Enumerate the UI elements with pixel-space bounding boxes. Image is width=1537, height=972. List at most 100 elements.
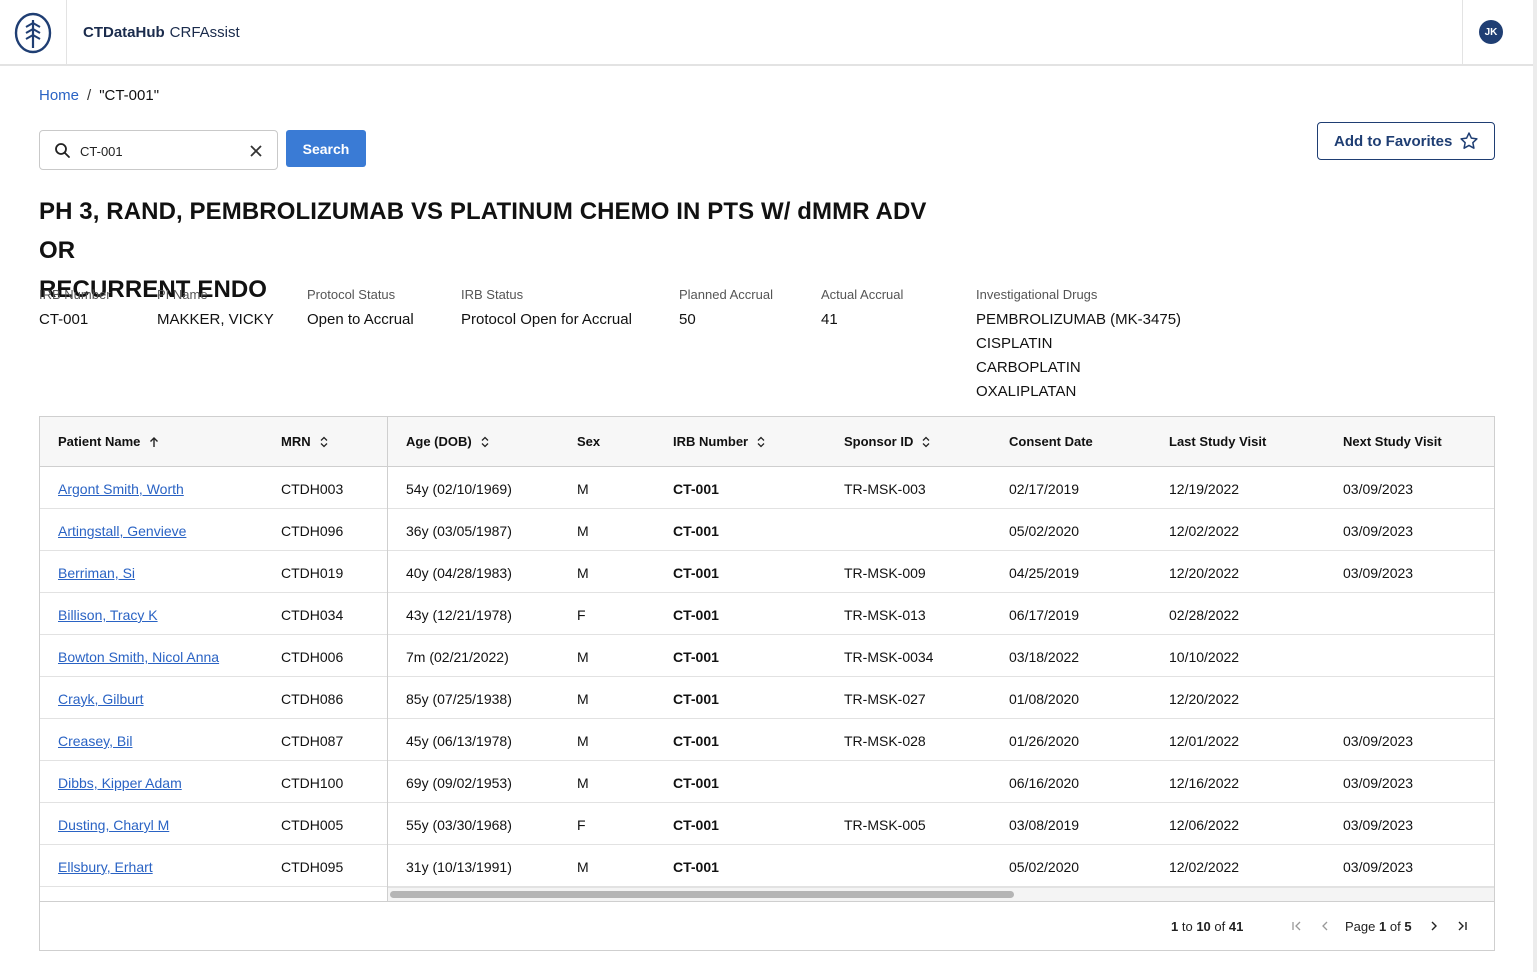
consent-date-cell: 03/18/2022 xyxy=(1009,649,1080,665)
col-header-consent-date[interactable]: Consent Date xyxy=(1009,434,1093,449)
tree-logo-icon[interactable] xyxy=(14,12,52,54)
close-icon[interactable] xyxy=(246,141,266,161)
top-bar: CTDataHub CRFAssist JK xyxy=(0,0,1537,66)
star-icon xyxy=(1460,132,1479,149)
table-row[interactable]: Crayk, Gilburt CTDH086 85y (07/25/1938) M CT… xyxy=(40,677,1494,719)
breadcrumb-home-link[interactable]: Home xyxy=(39,87,79,104)
next-study-visit-cell: 03/09/2023 xyxy=(1343,565,1414,581)
consent-date-cell: 01/26/2020 xyxy=(1009,733,1080,749)
sort-icon xyxy=(320,436,328,447)
first-page-button[interactable] xyxy=(1288,917,1306,935)
col-header-sex[interactable]: Sex xyxy=(577,434,600,449)
table-row[interactable]: Argont Smith, Worth CTDH003 54y (02/10/196… xyxy=(40,467,1494,509)
table-row[interactable]: Berriman, Si CTDH019 40y (04/28/1983) M CT-0… xyxy=(40,551,1494,593)
pagination-total: 41 xyxy=(1228,919,1244,934)
sponsor-id-cell: TR-MSK-013 xyxy=(844,607,926,623)
drug-item: OXALIPLATAN xyxy=(976,383,1077,400)
col-header-mrn[interactable]: MRN xyxy=(281,434,329,449)
last-page-button[interactable] xyxy=(1453,917,1471,935)
next-page-button[interactable] xyxy=(1425,917,1443,935)
table-row[interactable]: Billison, Tracy K CTDH034 43y (12/21/1978)… xyxy=(40,593,1494,635)
mrn-cell: CTDH100 xyxy=(281,775,344,791)
table-row[interactable]: Dibbs, Kipper Adam CTDH100 69y (09/02/1953… xyxy=(40,761,1494,803)
page-indicator: Page 1 of 5 xyxy=(1345,919,1412,934)
consent-date-cell: 04/25/2019 xyxy=(1009,565,1080,581)
sponsor-id-cell: TR-MSK-005 xyxy=(844,817,926,833)
search-field[interactable] xyxy=(39,130,278,170)
scrollbar-thumb[interactable] xyxy=(390,891,1014,898)
age-cell: 85y (07/25/1938) xyxy=(406,691,512,707)
last-study-visit-cell: 12/06/2022 xyxy=(1169,817,1240,833)
last-study-visit-cell: 12/01/2022 xyxy=(1169,733,1240,749)
last-study-visit-cell: 02/28/2022 xyxy=(1169,607,1240,623)
search-input[interactable] xyxy=(80,140,240,162)
last-study-visit-cell: 12/20/2022 xyxy=(1169,691,1240,707)
page-word: Page xyxy=(1345,919,1376,934)
page-of-word: of xyxy=(1389,919,1401,934)
patient-name-link[interactable]: Bowton Smith, Nicol Anna xyxy=(58,649,219,665)
mrn-cell: CTDH003 xyxy=(281,481,344,497)
consent-date-cell: 02/17/2019 xyxy=(1009,481,1080,497)
sex-cell: M xyxy=(577,691,589,707)
pagination-summary: 1 to 10 of 41 xyxy=(1171,919,1243,934)
patient-name-link[interactable]: Billison, Tracy K xyxy=(58,607,158,623)
patient-name-link[interactable]: Dusting, Charyl M xyxy=(58,817,169,833)
col-header-sponsor-id[interactable]: Sponsor ID xyxy=(844,434,931,449)
meta-value: MAKKER, VICKY xyxy=(157,311,274,328)
table-header: Patient Name MRN Age (DOB) Sex IRB Numbe… xyxy=(40,417,1494,467)
patient-name-link[interactable]: Creasey, Bil xyxy=(58,733,132,749)
table-row[interactable]: Ellsbury, Erhart CTDH095 31y (10/13/1991) M… xyxy=(40,845,1494,887)
col-header-patient-name[interactable]: Patient Name xyxy=(58,434,160,449)
sex-cell: M xyxy=(577,523,589,539)
consent-date-cell: 03/08/2019 xyxy=(1009,817,1080,833)
add-to-favorites-button[interactable]: Add to Favorites xyxy=(1317,122,1495,160)
sex-cell: F xyxy=(577,607,586,623)
table-row[interactable]: Creasey, Bil CTDH087 45y (06/13/1978) M CT-0… xyxy=(40,719,1494,761)
meta-irb-number: IRB Number CT-001 xyxy=(39,287,111,332)
consent-date-cell: 01/08/2020 xyxy=(1009,691,1080,707)
age-cell: 31y (10/13/1991) xyxy=(406,859,512,875)
table-row[interactable]: Artingstall, Genvieve CTDH096 36y (03/05/1… xyxy=(40,509,1494,551)
sponsor-id-cell: TR-MSK-009 xyxy=(844,565,926,581)
sex-cell: M xyxy=(577,649,589,665)
col-header-next-study-visit[interactable]: Next Study Visit xyxy=(1343,434,1442,449)
meta-irb-status: IRB Status Protocol Open for Accrual xyxy=(461,287,632,332)
irb-number-cell: CT-001 xyxy=(673,565,719,581)
irb-number-cell: CT-001 xyxy=(673,691,719,707)
col-header-irb-number[interactable]: IRB Number xyxy=(673,434,766,449)
col-header-last-study-visit[interactable]: Last Study Visit xyxy=(1169,434,1266,449)
search-button[interactable]: Search xyxy=(286,130,366,167)
consent-date-cell: 06/17/2019 xyxy=(1009,607,1080,623)
chevron-right-icon xyxy=(1431,921,1437,931)
current-page: 1 xyxy=(1379,919,1387,934)
mrn-cell: CTDH019 xyxy=(281,565,344,581)
table-row[interactable]: Bowton Smith, Nicol Anna CTDH006 7m (02/21… xyxy=(40,635,1494,677)
col-header-age[interactable]: Age (DOB) xyxy=(406,434,490,449)
col-header-label: Age (DOB) xyxy=(406,434,472,449)
table-row[interactable]: Dusting, Charyl M CTDH005 55y (03/30/1968)… xyxy=(40,803,1494,845)
app-brand[interactable]: CTDataHub CRFAssist xyxy=(83,24,240,41)
irb-number-cell: CT-001 xyxy=(673,859,719,875)
col-header-label: IRB Number xyxy=(673,434,749,449)
patient-name-link[interactable]: Dibbs, Kipper Adam xyxy=(58,775,182,791)
patient-name-link[interactable]: Argont Smith, Worth xyxy=(58,481,184,497)
previous-page-button[interactable] xyxy=(1316,917,1334,935)
patient-name-link[interactable]: Artingstall, Genvieve xyxy=(58,523,186,539)
consent-date-cell: 05/02/2020 xyxy=(1009,523,1080,539)
horizontal-scrollbar[interactable] xyxy=(388,887,1494,901)
sponsor-id-cell: TR-MSK-003 xyxy=(844,481,926,497)
patient-name-link[interactable]: Berriman, Si xyxy=(58,565,135,581)
sex-cell: M xyxy=(577,859,589,875)
patient-name-link[interactable]: Crayk, Gilburt xyxy=(58,691,144,707)
pagination-of-word: of xyxy=(1214,919,1226,934)
mrn-cell: CTDH096 xyxy=(281,523,344,539)
app-name: CRFAssist xyxy=(169,24,240,41)
user-avatar[interactable]: JK xyxy=(1479,20,1503,44)
col-header-label: Last Study Visit xyxy=(1169,434,1267,449)
patient-name-link[interactable]: Ellsbury, Erhart xyxy=(58,859,153,875)
next-study-visit-cell: 03/09/2023 xyxy=(1343,775,1414,791)
age-cell: 40y (04/28/1983) xyxy=(406,565,512,581)
meta-value: 41 xyxy=(821,311,838,328)
age-cell: 69y (09/02/1953) xyxy=(406,775,512,791)
age-cell: 55y (03/30/1968) xyxy=(406,817,512,833)
